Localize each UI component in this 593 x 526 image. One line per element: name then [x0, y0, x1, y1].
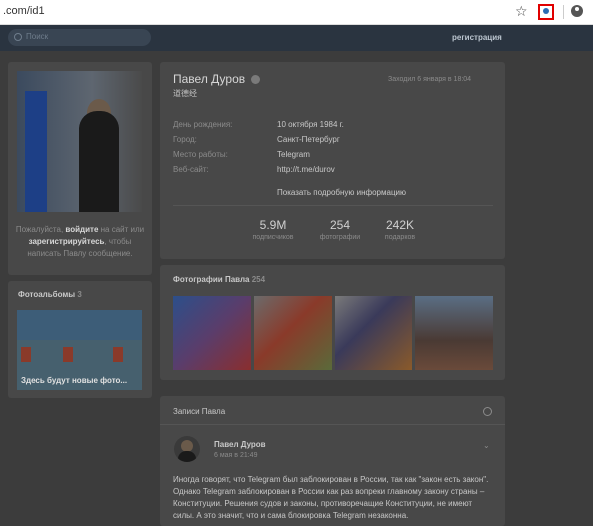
post-text: Иногда говорят, что Telegram был заблоки…	[173, 475, 489, 520]
wall-search-icon[interactable]	[483, 407, 492, 416]
chevron-down-icon[interactable]: ⌄	[483, 441, 490, 450]
register-link[interactable]: регистрация	[452, 33, 502, 42]
profile-name: Павел Дуров	[173, 72, 246, 86]
browser-toolbar: .com/id1 ☆	[0, 0, 593, 25]
post-avatar[interactable]	[174, 436, 200, 462]
toolbar-divider	[563, 5, 564, 19]
field-value[interactable]: http://t.me/durov	[277, 165, 335, 174]
photo-thumbnail[interactable]	[254, 296, 332, 370]
stat-photos[interactable]: 254 фотографии	[310, 218, 370, 241]
last-seen: Заходил 6 января в 18:04	[388, 76, 472, 83]
login-prompt: Пожалуйста, войдите на сайт или зарегист…	[15, 225, 145, 258]
register-prompt-link[interactable]: зарегистрируйтесь	[29, 237, 105, 246]
field-label: Город:	[173, 135, 197, 144]
address-bar[interactable]: .com/id1	[3, 5, 45, 17]
search-placeholder: Поиск	[26, 32, 49, 41]
field-label: Веб-сайт:	[173, 165, 209, 174]
photos-title[interactable]: Фотографии Павла 254	[173, 275, 265, 284]
star-icon[interactable]: ☆	[515, 3, 528, 20]
stat-gifts[interactable]: 242K подарков	[370, 218, 430, 241]
album-caption: Здесь будут новые фото...	[21, 376, 128, 385]
search-input[interactable]: Поиск	[8, 29, 151, 46]
site-header: Поиск регистрация	[0, 25, 593, 51]
login-link[interactable]: войдите	[65, 225, 98, 234]
field-label: День рождения:	[173, 120, 233, 129]
photo-thumbnail[interactable]	[335, 296, 412, 370]
field-value[interactable]: Санкт-Петербург	[277, 135, 340, 144]
show-more-link[interactable]: Показать подробную информацию	[277, 188, 406, 197]
stat-followers[interactable]: 5.9M подписчиков	[243, 218, 303, 241]
search-icon	[14, 33, 22, 41]
photo-thumbnail[interactable]	[415, 296, 493, 370]
post-date[interactable]: 6 мая в 21:49	[214, 452, 257, 459]
wall-title[interactable]: Записи Павла	[173, 407, 225, 416]
profile-status: 道德经	[173, 89, 197, 98]
field-value[interactable]: Telegram	[277, 150, 310, 159]
verified-icon	[251, 75, 260, 84]
avatar[interactable]	[17, 71, 142, 212]
divider	[160, 424, 505, 425]
account-icon[interactable]	[571, 5, 583, 17]
photo-thumbnail[interactable]	[173, 296, 251, 370]
field-label: Место работы:	[173, 150, 228, 159]
album-thumbnail[interactable]: Здесь будут новые фото...	[17, 310, 142, 390]
albums-title[interactable]: Фотоальбомы 3	[18, 290, 82, 299]
divider	[173, 205, 493, 206]
post-author[interactable]: Павел Дуров	[214, 440, 266, 449]
field-value: 10 октября 1984 г.	[277, 120, 344, 129]
extension-icon[interactable]	[538, 4, 554, 20]
flag-graphic	[25, 91, 47, 212]
